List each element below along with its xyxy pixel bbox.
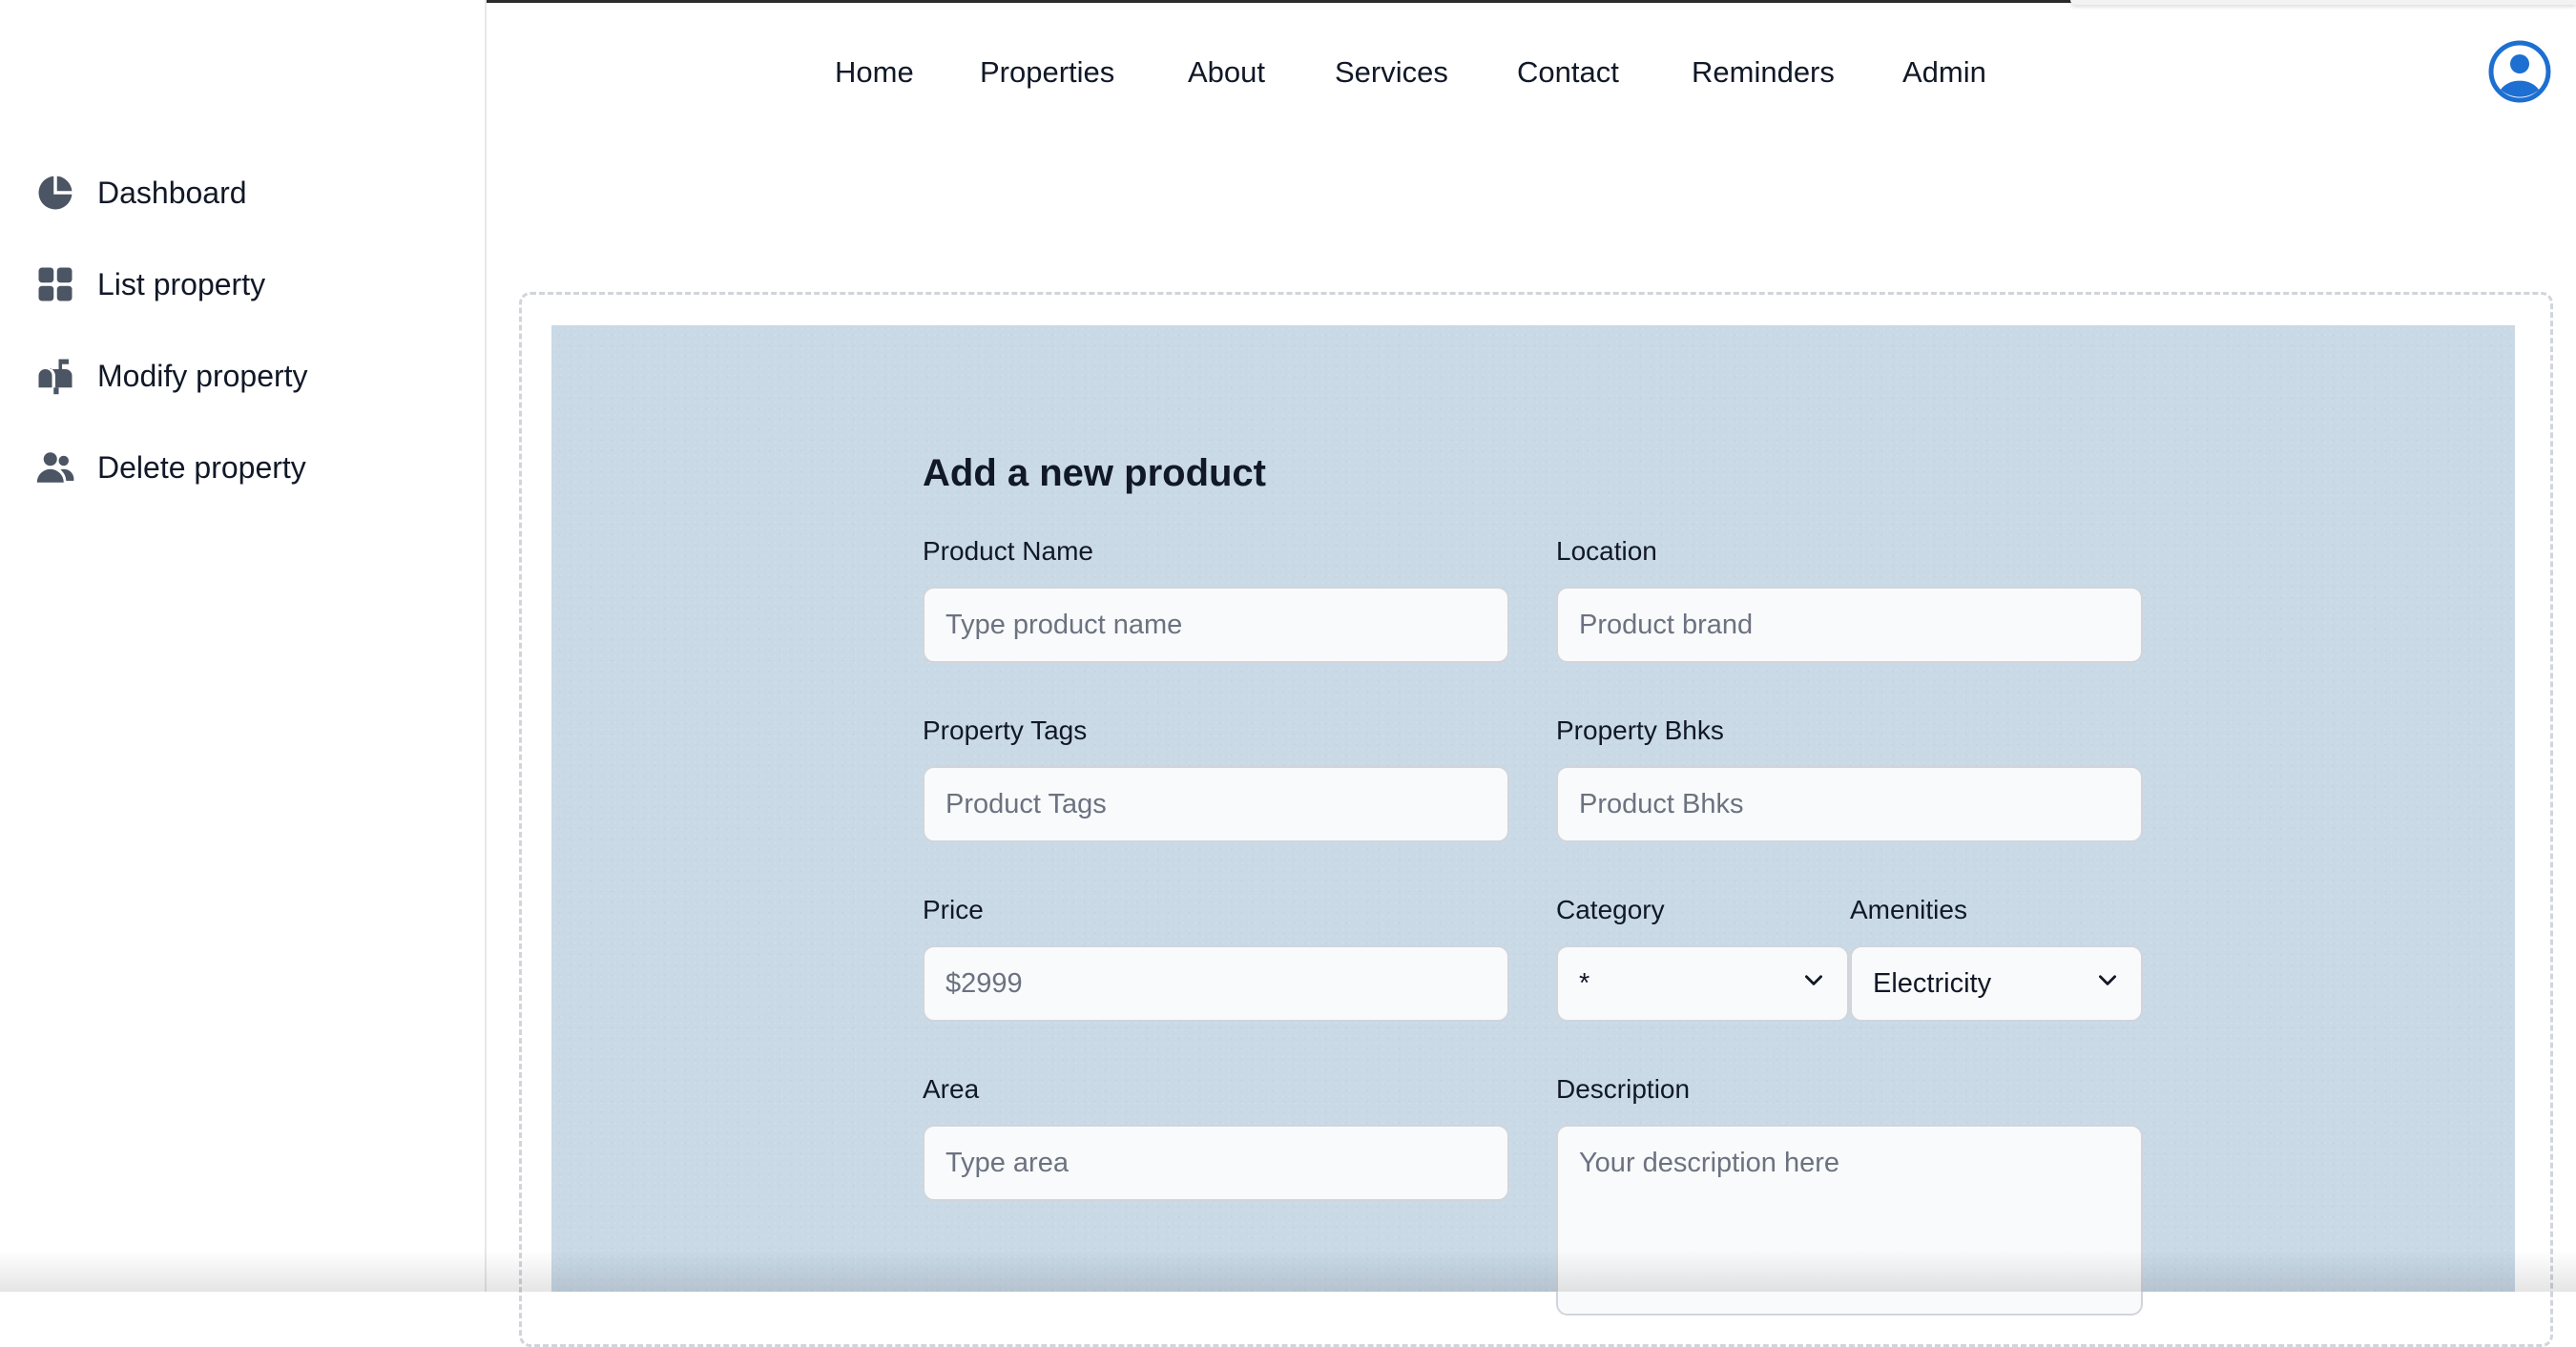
form-panel xyxy=(551,325,2515,1292)
chevron-down-icon xyxy=(1801,967,1826,1000)
sidebar: Dashboard List property Modify property … xyxy=(0,0,487,1292)
user-circle-icon[interactable] xyxy=(2488,40,2551,103)
sidebar-item-label: Modify property xyxy=(97,358,308,393)
product-name-input[interactable] xyxy=(923,587,1509,663)
price-label: Price xyxy=(923,895,984,924)
sidebar-item-modify-property[interactable]: Modify property xyxy=(34,347,308,404)
area-label: Area xyxy=(923,1074,980,1104)
nav-link-about[interactable]: About xyxy=(1188,55,1265,90)
sidebar-item-label: Delete property xyxy=(97,449,306,485)
nav-link-admin[interactable]: Admin xyxy=(1902,55,1986,90)
amenities-label: Amenities xyxy=(1850,895,1967,924)
sidebar-item-list-property[interactable]: List property xyxy=(34,256,265,313)
property-bhks-input[interactable] xyxy=(1556,766,2143,842)
description-label: Description xyxy=(1556,1074,1691,1104)
sidebar-item-label: Dashboard xyxy=(97,175,247,210)
description-textarea[interactable] xyxy=(1556,1125,2143,1316)
price-input[interactable] xyxy=(923,945,1509,1022)
property-tags-label: Property Tags xyxy=(923,715,1088,745)
pie-chart-icon xyxy=(34,172,76,214)
amenities-selected-value: Electricity xyxy=(1873,967,1992,999)
location-label: Location xyxy=(1556,536,1657,566)
nav-link-reminders[interactable]: Reminders xyxy=(1692,55,1835,90)
amenities-select[interactable]: Electricity xyxy=(1850,945,2143,1022)
property-bhks-label: Property Bhks xyxy=(1556,715,1724,745)
grid-icon xyxy=(34,263,76,305)
window-top-tab-shadow xyxy=(2070,0,2576,5)
sidebar-item-label: List property xyxy=(97,266,266,301)
category-label: Category xyxy=(1556,895,1665,924)
area-input[interactable] xyxy=(923,1125,1509,1201)
category-selected-value: * xyxy=(1579,967,1590,999)
users-icon xyxy=(34,446,76,488)
nav-link-services[interactable]: Services xyxy=(1335,55,1448,90)
product-name-label: Product Name xyxy=(923,536,1093,566)
chevron-down-icon xyxy=(2095,967,2120,1000)
nav-link-contact[interactable]: Contact xyxy=(1517,55,1619,90)
nav-link-home[interactable]: Home xyxy=(835,55,914,90)
mailbox-icon xyxy=(34,355,76,397)
nav-link-properties[interactable]: Properties xyxy=(980,55,1114,90)
property-tags-input[interactable] xyxy=(923,766,1509,842)
location-input[interactable] xyxy=(1556,587,2143,663)
form-title: Add a new product xyxy=(923,452,1266,494)
category-select[interactable]: * xyxy=(1556,945,1849,1022)
sidebar-item-delete-property[interactable]: Delete property xyxy=(34,439,306,496)
sidebar-item-dashboard[interactable]: Dashboard xyxy=(34,164,247,221)
top-nav: Home Properties About Services Contact R… xyxy=(0,55,2576,103)
